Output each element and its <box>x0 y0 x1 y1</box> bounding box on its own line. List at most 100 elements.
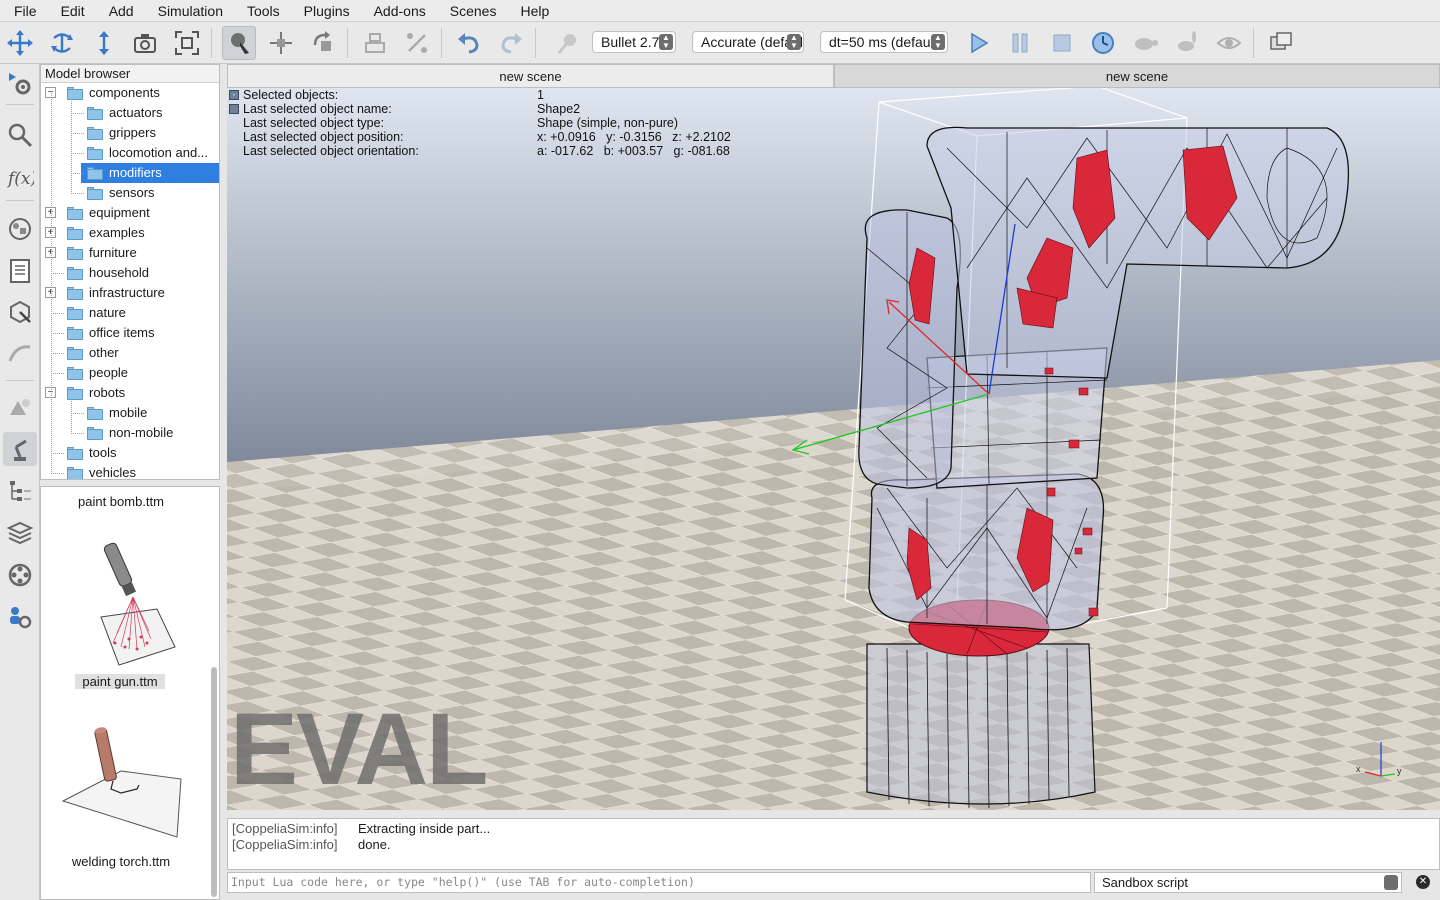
video-recorder-button[interactable] <box>3 558 37 592</box>
scene-hierarchy-button[interactable] <box>3 474 37 508</box>
film-reel-icon <box>8 563 32 587</box>
redo-button[interactable] <box>494 26 528 60</box>
script-editor-button[interactable] <box>3 254 37 288</box>
tree-item[interactable]: examples <box>67 223 219 243</box>
folder-icon <box>67 307 83 320</box>
menu-plugins[interactable]: Plugins <box>292 0 362 22</box>
tree-item[interactable]: mobile <box>87 403 219 423</box>
menu-file[interactable]: File <box>0 0 49 22</box>
spinner-arrows-icon: ▲ ▼ <box>931 34 945 50</box>
transfer-dna-button[interactable] <box>400 26 434 60</box>
tab-scene-1[interactable]: new scene <box>227 64 834 88</box>
menu-help[interactable]: Help <box>508 0 561 22</box>
close-icon[interactable]: ✕ <box>1416 875 1430 889</box>
object-rotate-button[interactable] <box>306 26 340 60</box>
tree-item[interactable]: robots <box>67 383 219 403</box>
menu-tools[interactable]: Tools <box>235 0 292 22</box>
tree-item[interactable]: infrastructure <box>67 283 219 303</box>
tree-item[interactable]: equipment <box>67 203 219 223</box>
menu-addons[interactable]: Add-ons <box>362 0 438 22</box>
accuracy-select[interactable]: Accurate (default) ▲ ▼ <box>692 31 804 53</box>
collections-button[interactable] <box>3 118 37 152</box>
tree-item[interactable]: actuators <box>87 103 219 123</box>
scene-viewport[interactable]: x y - Selected objects: 1 Last selected … <box>227 88 1440 810</box>
folder-icon <box>87 167 103 180</box>
tree-item[interactable]: modifiers <box>81 163 219 183</box>
toggle-visualization-button[interactable] <box>1212 26 1246 60</box>
tree-item[interactable]: office items <box>67 323 219 343</box>
physics-engine-select[interactable]: Bullet 2.78 ▲ ▼ <box>592 31 676 53</box>
tree-item[interactable]: non-mobile <box>87 423 219 443</box>
menu-bar: File Edit Add Simulation Tools Plugins A… <box>0 0 1440 22</box>
undo-button[interactable] <box>452 26 486 60</box>
tree-item[interactable]: nature <box>67 303 219 323</box>
toolbar-separator <box>6 104 34 105</box>
camera-angle-button[interactable] <box>128 26 162 60</box>
thumbnail-label[interactable]: paint bomb.ttm <box>41 494 201 509</box>
menu-add[interactable]: Add <box>97 0 146 22</box>
tree-item[interactable]: grippers <box>87 123 219 143</box>
fit-to-view-button[interactable] <box>170 26 204 60</box>
shape-edit-button[interactable] <box>3 294 37 328</box>
model-browser-button[interactable] <box>3 432 37 466</box>
status-console[interactable]: [CoppeliaSim:info] Extracting inside part… <box>227 818 1440 870</box>
paint-gun-thumbnail[interactable] <box>81 539 191 669</box>
lua-command-input[interactable]: Input Lua code here, or type "help()" (u… <box>227 872 1091 893</box>
assemble-button[interactable] <box>358 26 392 60</box>
object-shift-button[interactable] <box>264 26 298 60</box>
folder-icon <box>67 327 83 340</box>
tree-item[interactable]: other <box>67 343 219 363</box>
page-selector-button[interactable] <box>1264 26 1298 60</box>
tab-scene-2[interactable]: new scene <box>834 64 1440 88</box>
camera-pan-button[interactable] <box>3 26 37 60</box>
info-key: Last selected object type: <box>243 116 385 130</box>
tree-item[interactable]: vehicles <box>67 463 219 479</box>
speed-up-button[interactable] <box>1170 26 1204 60</box>
tree-item-label: furniture <box>89 245 137 260</box>
tree-item[interactable]: sensors <box>87 183 219 203</box>
camera-shift-button[interactable] <box>87 26 121 60</box>
start-simulation-button[interactable] <box>961 26 995 60</box>
user-settings-button[interactable] <box>3 600 37 634</box>
dynamics-content-button[interactable] <box>550 26 584 60</box>
menu-simulation[interactable]: Simulation <box>146 0 235 22</box>
eye-icon <box>1216 37 1242 49</box>
path-edit-button[interactable] <box>3 336 37 370</box>
up-down-arrow-icon <box>99 31 109 55</box>
realtime-button[interactable] <box>1086 26 1120 60</box>
tree-item-label: nature <box>89 305 126 320</box>
thumbnail-label[interactable]: welding torch.ttm <box>41 854 201 869</box>
stop-simulation-button[interactable] <box>1045 26 1079 60</box>
info-value: Shape (simple, non-pure) <box>537 116 679 130</box>
scene-object-properties-button[interactable] <box>3 212 37 246</box>
thumbnail-label[interactable]: paint gun.ttm <box>75 674 165 689</box>
welding-torch-thumbnail[interactable] <box>61 723 191 843</box>
menu-edit[interactable]: Edit <box>49 0 97 22</box>
slow-down-button[interactable] <box>1128 26 1162 60</box>
click-selection-button[interactable] <box>222 26 256 60</box>
timestep-select[interactable]: dt=50 ms (default) ▲ ▼ <box>820 31 948 53</box>
collapse-info-icon[interactable]: - <box>229 90 239 100</box>
pause-simulation-button[interactable] <box>1003 26 1037 60</box>
folder-icon <box>67 287 83 300</box>
menu-scenes[interactable]: Scenes <box>438 0 509 22</box>
camera-rotate-button[interactable] <box>45 26 79 60</box>
toggle-info-icon[interactable] <box>229 104 239 114</box>
script-target-select[interactable]: Sandbox script <box>1094 872 1402 893</box>
thumbnail-scrollbar[interactable] <box>211 667 217 897</box>
calculation-modules-button[interactable]: f(x) <box>3 160 37 194</box>
tree-item[interactable]: components <box>67 83 219 103</box>
tree-item[interactable]: people <box>67 363 219 383</box>
tree-item[interactable]: tools <box>67 443 219 463</box>
tree-item[interactable]: locomotion and... <box>87 143 219 163</box>
tree-item[interactable]: household <box>67 263 219 283</box>
tree-item[interactable]: furniture <box>67 243 219 263</box>
environment-button[interactable] <box>3 390 37 424</box>
path-icon <box>8 345 31 362</box>
simulation-settings-button[interactable] <box>3 66 37 100</box>
layers-button[interactable] <box>3 516 37 550</box>
hierarchy-icon <box>10 481 31 501</box>
function-icon: f(x) <box>6 169 34 189</box>
toolbar-separator <box>535 28 536 58</box>
play-icon <box>971 32 989 54</box>
